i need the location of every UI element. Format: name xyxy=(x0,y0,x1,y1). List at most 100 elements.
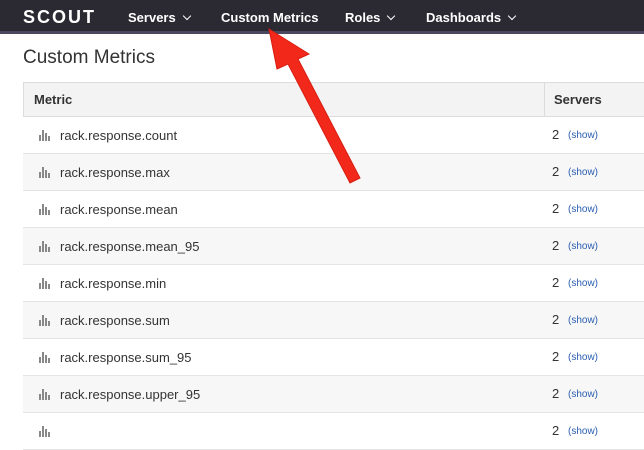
bar-chart-icon-bar xyxy=(48,136,50,141)
nav-roles-label: Roles xyxy=(345,10,381,25)
bar-chart-icon-bar xyxy=(42,241,44,252)
column-header-metric[interactable]: Metric xyxy=(34,92,72,107)
top-navbar: SCOUT Servers Custom Metrics Roles Dashb… xyxy=(0,0,644,34)
table-row[interactable]: rack.response.sum_95 2 (show) xyxy=(23,339,644,376)
bar-chart-icon-bar xyxy=(42,352,44,363)
show-servers-link[interactable]: (show) xyxy=(568,167,598,178)
bar-chart-icon xyxy=(39,426,50,437)
bar-chart-icon-bar xyxy=(42,167,44,178)
bar-chart-icon-bar xyxy=(45,207,47,215)
bar-chart-icon-bar xyxy=(42,204,44,215)
bar-chart-icon-bar xyxy=(39,357,41,363)
bar-chart-icon-bar xyxy=(42,426,44,437)
bar-chart-icon-bar xyxy=(42,278,44,289)
bar-chart-icon-bar xyxy=(39,209,41,215)
nav-roles[interactable]: Roles xyxy=(345,10,396,25)
table-body: rack.response.count 2 (show) rack.response.… xyxy=(23,117,644,450)
table-header: Metric Servers xyxy=(23,83,644,117)
nav-servers[interactable]: Servers xyxy=(128,10,191,25)
show-servers-link[interactable]: (show) xyxy=(568,389,598,400)
bar-chart-icon-bar xyxy=(42,130,44,141)
scout-logo[interactable]: SCOUT xyxy=(23,7,96,28)
server-count: 2 xyxy=(552,386,560,401)
show-servers-link[interactable]: (show) xyxy=(568,241,598,252)
nav-custom-metrics-label: Custom Metrics xyxy=(221,10,319,25)
nav-servers-label: Servers xyxy=(128,10,176,25)
show-servers-link[interactable]: (show) xyxy=(568,426,598,437)
bar-chart-icon xyxy=(39,352,50,363)
server-count: 2 xyxy=(552,423,560,438)
show-servers-link[interactable]: (show) xyxy=(568,204,598,215)
server-count: 2 xyxy=(552,238,560,253)
bar-chart-icon xyxy=(39,241,50,252)
bar-chart-icon-bar xyxy=(42,389,44,400)
table-row[interactable]: rack.response.upper_95 2 (show) xyxy=(23,376,644,413)
bar-chart-icon xyxy=(39,167,50,178)
server-count: 2 xyxy=(552,164,560,179)
bar-chart-icon-bar xyxy=(45,281,47,289)
bar-chart-icon-bar xyxy=(45,355,47,363)
bar-chart-icon-bar xyxy=(48,321,50,326)
bar-chart-icon-bar xyxy=(39,283,41,289)
bar-chart-icon-bar xyxy=(45,133,47,141)
show-servers-link[interactable]: (show) xyxy=(568,315,598,326)
bar-chart-icon-bar xyxy=(48,432,50,437)
bar-chart-icon-bar xyxy=(39,172,41,178)
table-row[interactable]: rack.response.max 2 (show) xyxy=(23,154,644,191)
server-count: 2 xyxy=(552,201,560,216)
bar-chart-icon-bar xyxy=(45,318,47,326)
table-row[interactable]: rack.response.count 2 (show) xyxy=(23,117,644,154)
bar-chart-icon xyxy=(39,130,50,141)
bar-chart-icon-bar xyxy=(48,284,50,289)
table-row[interactable]: 2 (show) xyxy=(23,413,644,450)
bar-chart-icon-bar xyxy=(48,210,50,215)
bar-chart-icon-bar xyxy=(45,429,47,437)
metric-name-link[interactable]: rack.response.mean_95 xyxy=(60,239,199,254)
server-count: 2 xyxy=(552,127,560,142)
bar-chart-icon-bar xyxy=(48,395,50,400)
metric-name-link[interactable]: rack.response.max xyxy=(60,165,170,180)
bar-chart-icon-bar xyxy=(48,358,50,363)
nav-dashboards[interactable]: Dashboards xyxy=(426,10,517,25)
bar-chart-icon-bar xyxy=(45,170,47,178)
table-row[interactable]: rack.response.mean_95 2 (show) xyxy=(23,228,644,265)
column-divider xyxy=(544,83,545,116)
bar-chart-icon-bar xyxy=(39,431,41,437)
bar-chart-icon-bar xyxy=(39,320,41,326)
bar-chart-icon-bar xyxy=(48,247,50,252)
table-row[interactable]: rack.response.min 2 (show) xyxy=(23,265,644,302)
table-row[interactable]: rack.response.mean 2 (show) xyxy=(23,191,644,228)
nav-custom-metrics[interactable]: Custom Metrics xyxy=(221,10,319,25)
chevron-down-icon xyxy=(387,11,396,21)
bar-chart-icon-bar xyxy=(42,315,44,326)
server-count: 2 xyxy=(552,312,560,327)
metrics-table: Metric Servers rack.response.count 2 (show… xyxy=(23,82,644,450)
table-row[interactable]: rack.response.sum 2 (show) xyxy=(23,302,644,339)
bar-chart-icon xyxy=(39,278,50,289)
metric-name-link[interactable]: rack.response.sum_95 xyxy=(60,350,192,365)
bar-chart-icon-bar xyxy=(39,394,41,400)
bar-chart-icon-bar xyxy=(48,173,50,178)
show-servers-link[interactable]: (show) xyxy=(568,130,598,141)
bar-chart-icon xyxy=(39,204,50,215)
metric-name-link[interactable]: rack.response.count xyxy=(60,128,177,143)
chevron-down-icon xyxy=(182,11,191,21)
bar-chart-icon-bar xyxy=(45,244,47,252)
bar-chart-icon-bar xyxy=(39,246,41,252)
metric-name-link[interactable]: rack.response.sum xyxy=(60,313,170,328)
bar-chart-icon-bar xyxy=(39,135,41,141)
column-header-servers[interactable]: Servers xyxy=(554,92,602,107)
server-count: 2 xyxy=(552,349,560,364)
bar-chart-icon xyxy=(39,315,50,326)
server-count: 2 xyxy=(552,275,560,290)
chevron-down-icon xyxy=(507,11,517,21)
bar-chart-icon-bar xyxy=(45,392,47,400)
nav-dashboards-label: Dashboards xyxy=(426,10,502,25)
metric-name-link[interactable]: rack.response.min xyxy=(60,276,166,291)
page-title: Custom Metrics xyxy=(23,47,155,68)
metric-name-link[interactable]: rack.response.mean xyxy=(60,202,178,217)
show-servers-link[interactable]: (show) xyxy=(568,278,598,289)
bar-chart-icon xyxy=(39,389,50,400)
metric-name-link[interactable]: rack.response.upper_95 xyxy=(60,387,200,402)
show-servers-link[interactable]: (show) xyxy=(568,352,598,363)
